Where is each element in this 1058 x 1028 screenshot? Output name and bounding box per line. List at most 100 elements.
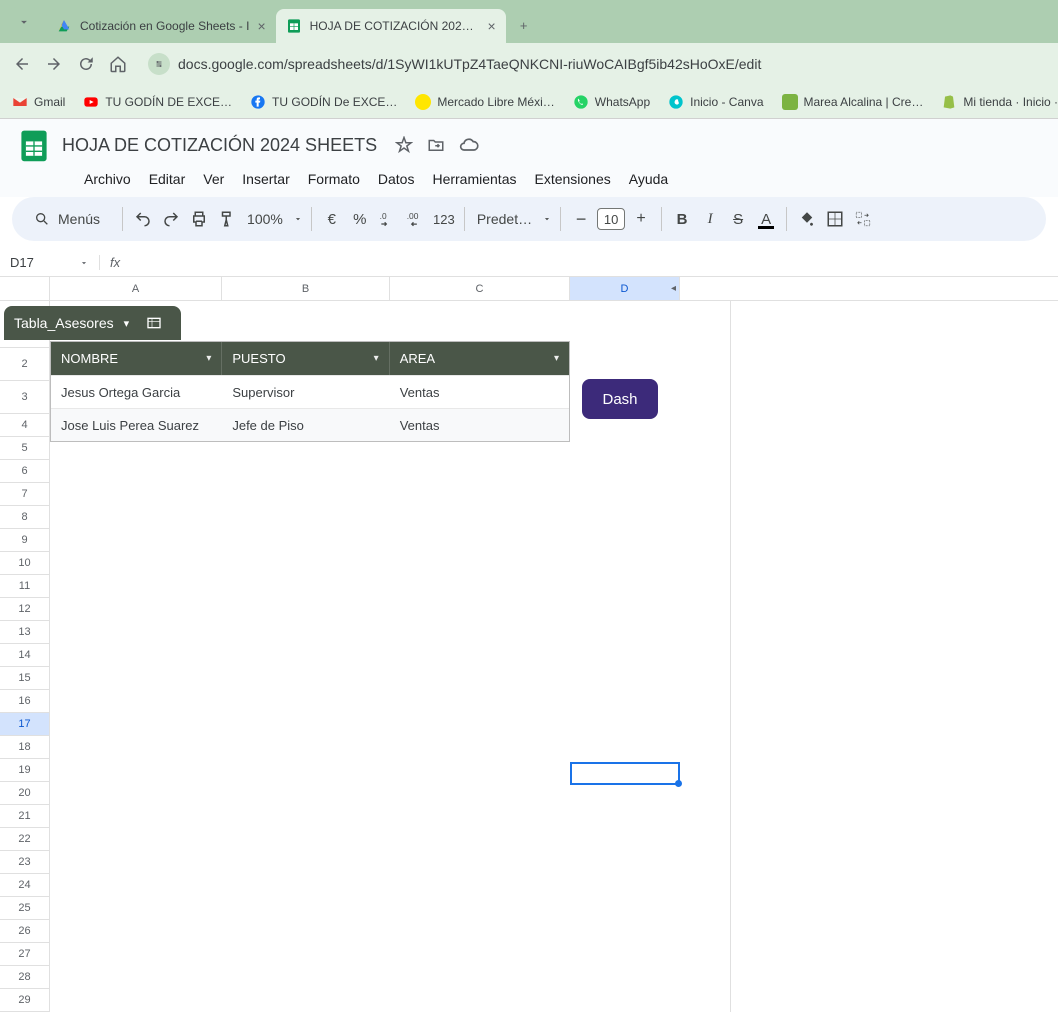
bookmark-youtube[interactable]: TU GODÍN DE EXCE… xyxy=(83,94,232,110)
menu-extensiones[interactable]: Extensiones xyxy=(528,169,616,189)
row-header[interactable]: 12 xyxy=(0,598,50,621)
row-header[interactable]: 15 xyxy=(0,667,50,690)
menu-ayuda[interactable]: Ayuda xyxy=(623,169,674,189)
increase-decimal-button[interactable]: .00 xyxy=(404,207,428,231)
italic-button[interactable]: I xyxy=(698,207,722,231)
row-header[interactable]: 19 xyxy=(0,759,50,782)
row-header[interactable]: 27 xyxy=(0,943,50,966)
paint-format-button[interactable] xyxy=(215,207,239,231)
row-header[interactable]: 10 xyxy=(0,552,50,575)
row-header[interactable]: 25 xyxy=(0,897,50,920)
row-header[interactable]: 20 xyxy=(0,782,50,805)
table-view-icon[interactable] xyxy=(137,306,171,340)
table-row[interactable]: Jose Luis Perea Suarez Jefe de Piso Vent… xyxy=(51,408,569,441)
bookmark-whatsapp[interactable]: WhatsApp xyxy=(573,94,650,110)
site-settings-icon[interactable] xyxy=(148,53,170,75)
strikethrough-button[interactable]: S xyxy=(726,207,750,231)
more-formats-button[interactable]: 123 xyxy=(432,207,456,231)
document-title[interactable]: HOJA DE COTIZACIÓN 2024 SHEETS xyxy=(62,135,377,156)
selected-cell[interactable] xyxy=(570,762,680,785)
dash-button[interactable]: Dash xyxy=(582,379,658,419)
font-size-input[interactable] xyxy=(597,208,625,230)
row-header[interactable]: 14 xyxy=(0,644,50,667)
cloud-icon[interactable] xyxy=(459,135,479,155)
cell-area[interactable]: Ventas xyxy=(390,376,569,408)
bookmark-mercadolibre[interactable]: Mercado Libre Méxi… xyxy=(415,94,554,110)
row-header[interactable]: 11 xyxy=(0,575,50,598)
increase-font-button[interactable]: + xyxy=(629,207,653,231)
cell-area[interactable]: Ventas xyxy=(390,409,569,441)
undo-button[interactable] xyxy=(131,207,155,231)
row-header[interactable]: 4 xyxy=(0,414,50,437)
decrease-decimal-button[interactable]: .0 xyxy=(376,207,400,231)
row-header[interactable]: 26 xyxy=(0,920,50,943)
cell-puesto[interactable]: Supervisor xyxy=(222,376,389,408)
cell-nombre[interactable]: Jesus Ortega Garcia xyxy=(51,376,222,408)
row-header[interactable]: 23 xyxy=(0,851,50,874)
row-header[interactable]: 7 xyxy=(0,483,50,506)
reload-button[interactable] xyxy=(76,54,96,74)
th-puesto[interactable]: PUESTO▾ xyxy=(222,342,389,375)
row-header[interactable]: 22 xyxy=(0,828,50,851)
chevron-down-icon[interactable]: ▾ xyxy=(554,353,559,364)
browser-menu-button[interactable] xyxy=(8,7,40,37)
bookmark-facebook[interactable]: TU GODÍN De EXCE… xyxy=(250,94,397,110)
fill-color-button[interactable] xyxy=(795,207,819,231)
row-header[interactable]: 5 xyxy=(0,437,50,460)
borders-button[interactable] xyxy=(823,207,847,231)
forward-button[interactable] xyxy=(44,54,64,74)
percent-button[interactable]: % xyxy=(348,207,372,231)
back-button[interactable] xyxy=(12,54,32,74)
bookmark-canva[interactable]: Inicio - Canva xyxy=(668,94,763,110)
table-row[interactable]: Jesus Ortega Garcia Supervisor Ventas xyxy=(51,375,569,408)
chevron-down-icon[interactable]: ▾ xyxy=(374,353,379,364)
menu-formato[interactable]: Formato xyxy=(302,169,366,189)
th-area[interactable]: AREA▾ xyxy=(390,342,569,375)
select-all-corner[interactable] xyxy=(0,277,50,301)
cell-nombre[interactable]: Jose Luis Perea Suarez xyxy=(51,409,222,441)
print-button[interactable] xyxy=(187,207,211,231)
bookmark-shopify[interactable]: Mi tienda · Inicio · S… xyxy=(941,94,1058,110)
decrease-font-button[interactable]: − xyxy=(569,207,593,231)
menu-herramientas[interactable]: Herramientas xyxy=(426,169,522,189)
col-header-c[interactable]: C xyxy=(390,277,570,300)
menu-editar[interactable]: Editar xyxy=(143,169,192,189)
menu-datos[interactable]: Datos xyxy=(372,169,421,189)
name-box[interactable]: D17 xyxy=(0,255,100,270)
row-header[interactable]: 24 xyxy=(0,874,50,897)
font-dropdown[interactable]: Predet… xyxy=(473,211,552,227)
row-header[interactable]: 3 xyxy=(0,381,50,414)
close-icon[interactable]: × xyxy=(487,18,495,34)
row-header[interactable]: 17 xyxy=(0,713,50,736)
row-header[interactable]: 21 xyxy=(0,805,50,828)
chevron-down-icon[interactable]: ▾ xyxy=(206,353,211,364)
named-table-tab[interactable]: Tabla_Asesores ▾ xyxy=(4,306,181,340)
row-header[interactable]: 16 xyxy=(0,690,50,713)
row-header[interactable]: 2 xyxy=(0,348,50,381)
sheets-logo-icon[interactable] xyxy=(16,127,52,163)
menu-insertar[interactable]: Insertar xyxy=(236,169,295,189)
currency-button[interactable]: € xyxy=(320,207,344,231)
browser-tab[interactable]: Cotización en Google Sheets - I × xyxy=(46,9,276,43)
col-header-b[interactable]: B xyxy=(222,277,390,300)
bookmark-gmail[interactable]: Gmail xyxy=(12,94,65,110)
th-nombre[interactable]: NOMBRE▾ xyxy=(51,342,222,375)
row-header[interactable]: 29 xyxy=(0,989,50,1012)
toolbar-search[interactable]: Menús xyxy=(20,205,114,233)
star-icon[interactable] xyxy=(395,136,413,154)
row-header[interactable]: 18 xyxy=(0,736,50,759)
row-header[interactable]: 8 xyxy=(0,506,50,529)
menu-archivo[interactable]: Archivo xyxy=(78,169,137,189)
row-header[interactable]: 9 xyxy=(0,529,50,552)
fill-handle[interactable] xyxy=(675,780,682,787)
move-icon[interactable] xyxy=(427,136,445,154)
row-header[interactable]: 6 xyxy=(0,460,50,483)
browser-tab-active[interactable]: HOJA DE COTIZACIÓN 2024 SH × xyxy=(276,9,506,43)
row-header[interactable]: 13 xyxy=(0,621,50,644)
text-color-button[interactable]: A xyxy=(754,207,778,231)
more-toolbar-button[interactable] xyxy=(851,207,875,231)
col-header-a[interactable]: A xyxy=(50,277,222,300)
redo-button[interactable] xyxy=(159,207,183,231)
bookmark-marea[interactable]: Marea Alcalina | Cre… xyxy=(782,94,924,110)
menu-ver[interactable]: Ver xyxy=(197,169,230,189)
